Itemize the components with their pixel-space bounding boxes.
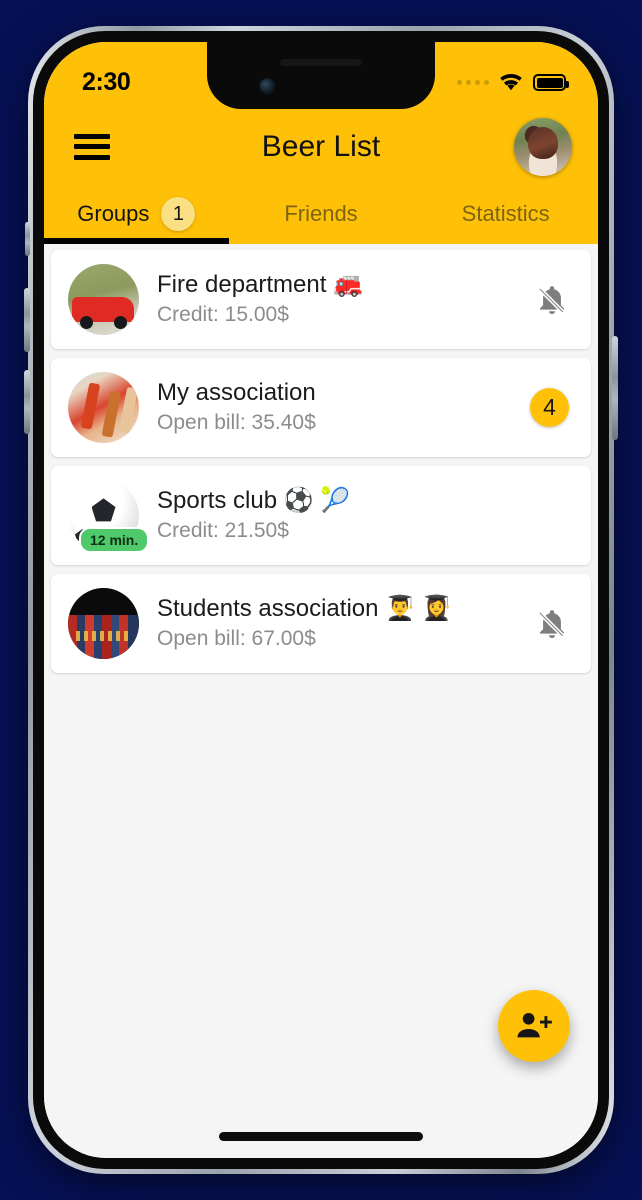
notch xyxy=(207,42,435,109)
bell-off-icon[interactable] xyxy=(535,282,569,318)
group-text: Sports club ⚽ 🎾 Credit: 21.50$ xyxy=(157,486,569,544)
person-add-icon xyxy=(517,1012,552,1038)
table-row[interactable]: My association Open bill: 35.40$ 4 xyxy=(51,358,591,457)
volume-down-button[interactable] xyxy=(24,370,30,434)
wifi-icon xyxy=(500,74,522,91)
table-row[interactable]: Students association 👨‍🎓 👩‍🎓 Open bill: … xyxy=(51,574,591,673)
group-text: Fire department 🚒 Credit: 15.00$ xyxy=(157,270,535,328)
group-text: My association Open bill: 35.40$ xyxy=(157,378,530,436)
battery-full-icon xyxy=(533,74,569,91)
phone-frame: 2:30 Beer List Groups 1 Friends Statisti… xyxy=(24,26,618,1174)
group-thumbnail xyxy=(68,264,139,335)
signal-dots-icon xyxy=(457,80,489,85)
tab-friends-label: Friends xyxy=(284,201,358,226)
table-row[interactable]: 12 min. Sports club ⚽ 🎾 Credit: 21.50$ xyxy=(51,466,591,565)
add-group-button[interactable] xyxy=(498,990,570,1062)
group-name: Sports club ⚽ 🎾 xyxy=(157,487,351,515)
group-detail: Credit: 21.50$ xyxy=(157,519,289,543)
group-text: Students association 👨‍🎓 👩‍🎓 Open bill: … xyxy=(157,594,535,652)
active-tab-indicator xyxy=(44,238,229,244)
hamburger-menu-icon[interactable] xyxy=(74,133,110,160)
phone-bezel: 2:30 Beer List Groups 1 Friends Statisti… xyxy=(33,31,609,1169)
power-button[interactable] xyxy=(612,336,618,440)
status-badge: 4 xyxy=(530,388,569,427)
tab-statistics-label: Statistics xyxy=(461,201,550,226)
home-indicator[interactable] xyxy=(219,1132,423,1141)
group-detail: Open bill: 35.40$ xyxy=(157,411,316,435)
bell-off-icon[interactable] xyxy=(535,606,569,642)
group-thumbnail xyxy=(68,588,139,659)
front-camera-icon xyxy=(259,78,276,95)
phone-screen: 2:30 Beer List Groups 1 Friends Statisti… xyxy=(44,42,598,1158)
group-name: My association xyxy=(157,379,316,407)
tab-friends[interactable]: Friends xyxy=(229,184,414,244)
tab-groups-label: Groups xyxy=(77,201,150,226)
tab-bar: Groups 1 Friends Statistics xyxy=(44,184,598,244)
group-thumbnail xyxy=(68,372,139,443)
status-indicators xyxy=(457,73,569,92)
tab-groups-badge: 1 xyxy=(161,197,196,231)
table-row[interactable]: Fire department 🚒 Credit: 15.00$ xyxy=(51,250,591,349)
tab-statistics[interactable]: Statistics xyxy=(413,184,598,244)
silent-switch-button[interactable] xyxy=(25,222,30,256)
avatar[interactable] xyxy=(514,117,572,176)
time-chip: 12 min. xyxy=(79,527,150,553)
group-name: Students association 👨‍🎓 👩‍🎓 xyxy=(157,595,452,623)
status-time: 2:30 xyxy=(82,68,131,96)
earpiece-speaker xyxy=(280,59,362,66)
app-bar: Beer List xyxy=(44,109,598,184)
group-thumbnail: 12 min. xyxy=(68,480,150,553)
group-name: Fire department 🚒 xyxy=(157,271,363,299)
group-detail: Credit: 15.00$ xyxy=(157,303,289,327)
volume-up-button[interactable] xyxy=(24,288,30,352)
group-detail: Open bill: 67.00$ xyxy=(157,627,316,651)
tab-groups[interactable]: Groups 1 xyxy=(44,184,229,244)
